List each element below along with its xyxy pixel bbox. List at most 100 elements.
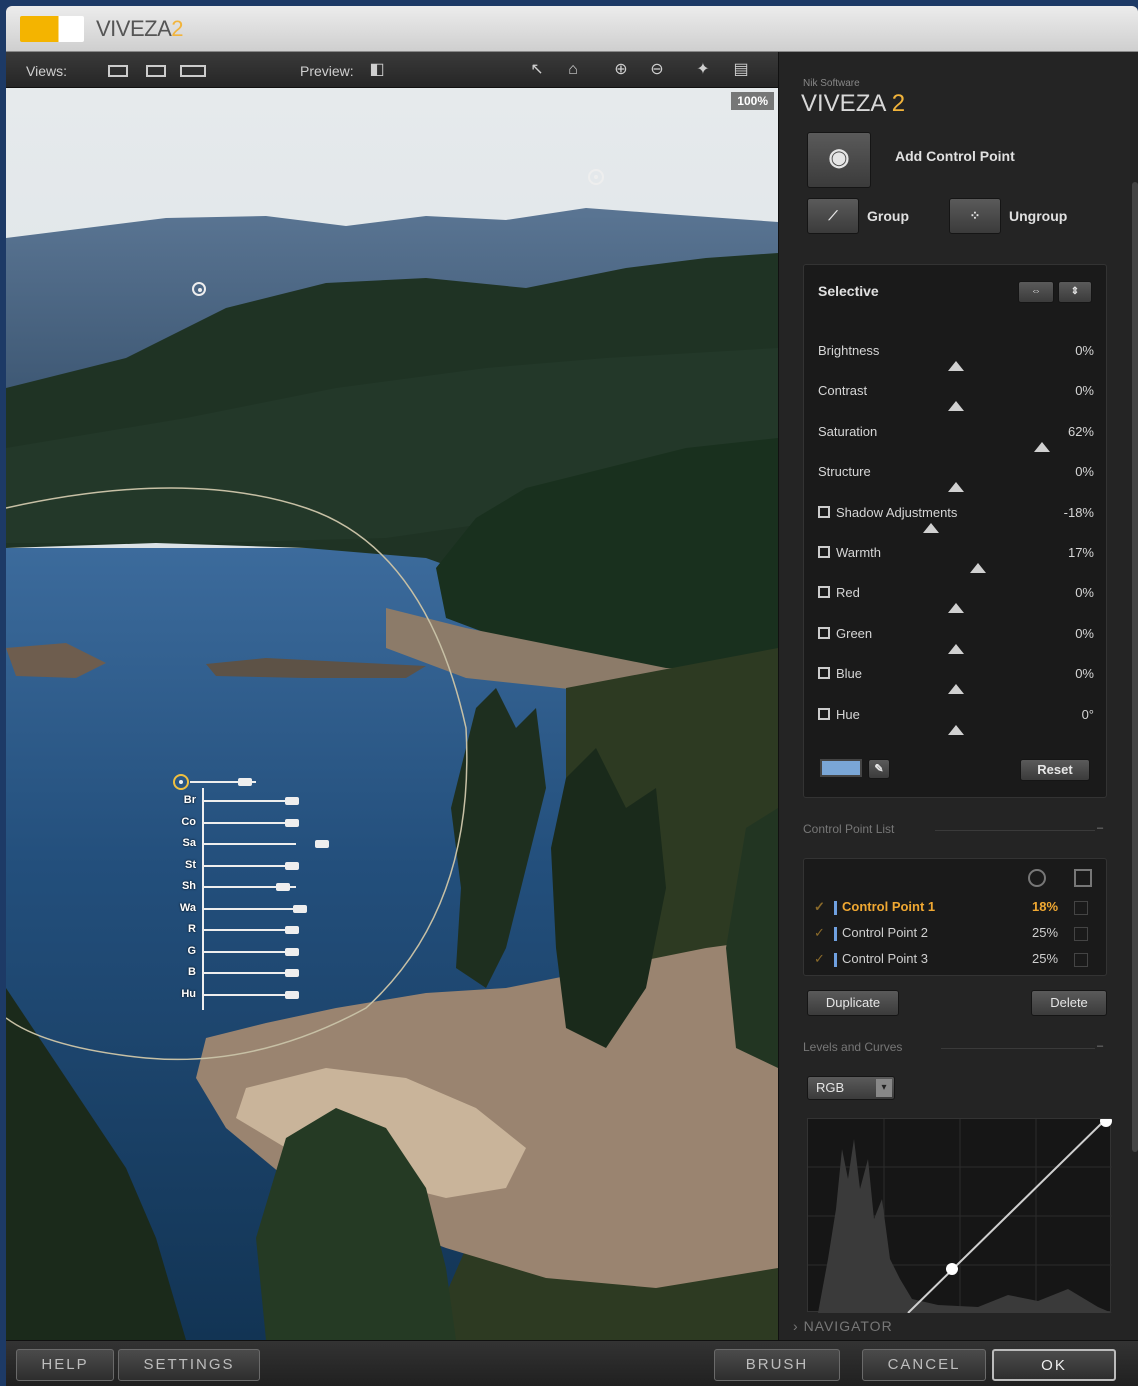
slider-thumb[interactable] xyxy=(948,401,964,412)
control-point-3-handle[interactable] xyxy=(588,169,604,185)
selective-section: Selective ⇔ ⇕ Brightness 0% Contrast 0% Satu… xyxy=(803,264,1107,798)
cp-list-item[interactable]: ✓ Control Point 2 25% xyxy=(812,923,1100,947)
preview-toggle-icon[interactable] xyxy=(818,546,830,558)
cp-slider-track[interactable] xyxy=(202,907,296,910)
brush-button[interactable]: BRUSH xyxy=(714,1349,840,1381)
zoom-out-icon[interactable]: ⊖ xyxy=(646,59,668,81)
slider-structure[interactable]: Structure 0% xyxy=(818,458,1094,498)
checkbox-icon[interactable]: ✓ xyxy=(814,951,825,967)
preview-toggle-icon[interactable] xyxy=(818,707,830,720)
settings-button[interactable]: SETTINGS xyxy=(118,1349,260,1381)
checkbox-icon[interactable]: ✓ xyxy=(814,899,825,915)
cp-toggle[interactable] xyxy=(1074,901,1088,915)
slider-green[interactable]: Green 0% xyxy=(818,620,1094,660)
slider-thumb[interactable] xyxy=(948,643,964,654)
cp-slider-track[interactable] xyxy=(202,800,296,802)
panel-scrollbar[interactable] xyxy=(1132,182,1138,1152)
preview-toggle-icon[interactable] xyxy=(818,626,830,639)
control-point-1-handle[interactable] xyxy=(173,774,189,790)
collapse-button[interactable]: ⇕ xyxy=(1058,281,1092,303)
cp-slider-knob[interactable] xyxy=(293,904,308,913)
navigator-header[interactable]: › NAVIGATOR xyxy=(793,1318,893,1334)
cp-list-collapse-icon[interactable]: – xyxy=(1097,822,1103,834)
slider-thumb[interactable] xyxy=(923,522,940,533)
preview-toggle-icon[interactable] xyxy=(818,586,830,599)
reset-button[interactable]: Reset xyxy=(1020,759,1090,781)
cp-toggle[interactable] xyxy=(1074,953,1088,967)
levels-collapse-icon[interactable]: – xyxy=(1097,1040,1103,1052)
visibility-icon[interactable] xyxy=(1028,869,1046,887)
help-button[interactable]: HELP xyxy=(16,1349,114,1381)
image-canvas[interactable]: 100% Br Co Sa St Sh Wa R G B Hu xyxy=(6,88,778,1340)
add-point-icon[interactable]: ✦ xyxy=(692,59,714,81)
cp-slider-knob[interactable] xyxy=(285,861,299,870)
curve-point-top[interactable] xyxy=(1100,1115,1112,1127)
slider-thumb[interactable] xyxy=(970,563,987,573)
slider-hue[interactable]: Hue 0° xyxy=(818,701,1094,741)
slider-thumb[interactable] xyxy=(948,603,964,614)
curves-graph[interactable] xyxy=(807,1115,1112,1314)
curve-point-mid[interactable] xyxy=(946,1263,958,1275)
cp-slider-knob[interactable] xyxy=(285,818,299,827)
cp-list-item[interactable]: ✓ Control Point 3 25% xyxy=(812,949,1100,973)
preview-toggle-icon[interactable] xyxy=(818,505,830,518)
cp-slider-knob[interactable] xyxy=(314,840,329,848)
pointer-tool-icon[interactable]: ↖ xyxy=(526,59,548,81)
split-view-icon[interactable] xyxy=(146,65,166,77)
preview-toggle-icon[interactable]: ◧ xyxy=(366,59,388,81)
slider-thumb[interactable] xyxy=(1033,441,1050,452)
slider-label: Hue xyxy=(818,707,860,722)
delete-button[interactable]: Delete xyxy=(1031,990,1107,1016)
cp-slider-knob[interactable] xyxy=(285,990,299,999)
brand-logo: VIVEZA 2 xyxy=(801,90,905,118)
ungroup-button[interactable]: ⁘ xyxy=(949,198,1001,234)
cp-slider-track[interactable] xyxy=(202,950,296,953)
cp-list-item[interactable]: ✓ Control Point 1 18% xyxy=(812,897,1100,921)
control-point-size-knob[interactable] xyxy=(238,778,252,786)
slider-thumb[interactable] xyxy=(948,361,964,371)
cp-slider-track[interactable] xyxy=(202,972,296,974)
add-control-point-button[interactable]: ◉ xyxy=(807,132,871,188)
ok-button[interactable]: OK xyxy=(992,1349,1116,1381)
brand-version: 2 xyxy=(891,90,906,117)
slider-warmth[interactable]: Warmth 17% xyxy=(818,539,1094,579)
slider-blue[interactable]: Blue 0% xyxy=(818,660,1094,700)
cp-slider-track[interactable] xyxy=(202,864,296,867)
cp-toggle[interactable] xyxy=(1074,927,1088,941)
cancel-button[interactable]: CANCEL xyxy=(862,1349,986,1381)
cp-slider-track[interactable] xyxy=(202,843,296,845)
cp-slider-knob[interactable] xyxy=(285,926,299,934)
control-point-2-handle[interactable] xyxy=(192,282,206,296)
cp-slider-knob[interactable] xyxy=(285,947,299,956)
color-swatch[interactable] xyxy=(820,759,862,777)
expand-button[interactable]: ⇔ xyxy=(1018,281,1054,303)
cp-slider-track[interactable] xyxy=(202,821,296,824)
duplicate-button[interactable]: Duplicate xyxy=(807,990,899,1016)
single-view-icon[interactable] xyxy=(108,65,128,77)
compare-icon[interactable]: ▤ xyxy=(730,59,752,81)
slider-saturation[interactable]: Saturation 62% xyxy=(818,418,1094,458)
channel-select[interactable]: RGB ▾ xyxy=(807,1076,895,1100)
cp-slider-knob[interactable] xyxy=(276,883,291,891)
side-by-side-view-icon[interactable] xyxy=(180,65,206,77)
home-icon[interactable]: ⌂ xyxy=(562,59,584,81)
cp-slider-knob[interactable] xyxy=(285,797,299,805)
cp-slider-track[interactable] xyxy=(202,993,296,996)
app-title: VIVEZA2 xyxy=(96,16,183,42)
zoom-in-icon[interactable]: ⊕ xyxy=(610,59,632,81)
slider-label: Red xyxy=(818,585,860,600)
slider-thumb[interactable] xyxy=(948,724,964,735)
slider-shadow-adjustments[interactable]: Shadow Adjustments -18% xyxy=(818,499,1094,539)
eyedropper-button[interactable]: ✎ xyxy=(868,759,890,779)
group-button[interactable]: ⟋ xyxy=(807,198,859,234)
checkbox-icon[interactable]: ✓ xyxy=(814,925,825,941)
slider-thumb[interactable] xyxy=(948,684,964,695)
slider-brightness[interactable]: Brightness 0% xyxy=(818,337,1094,377)
cp-slider-knob[interactable] xyxy=(285,969,299,977)
slider-red[interactable]: Red 0% xyxy=(818,579,1094,619)
preview-toggle-icon[interactable] xyxy=(818,667,830,680)
slider-thumb[interactable] xyxy=(948,482,964,493)
slider-contrast[interactable]: Contrast 0% xyxy=(818,377,1094,417)
cp-slider-track[interactable] xyxy=(202,929,296,931)
enable-all-icon[interactable] xyxy=(1074,869,1092,887)
